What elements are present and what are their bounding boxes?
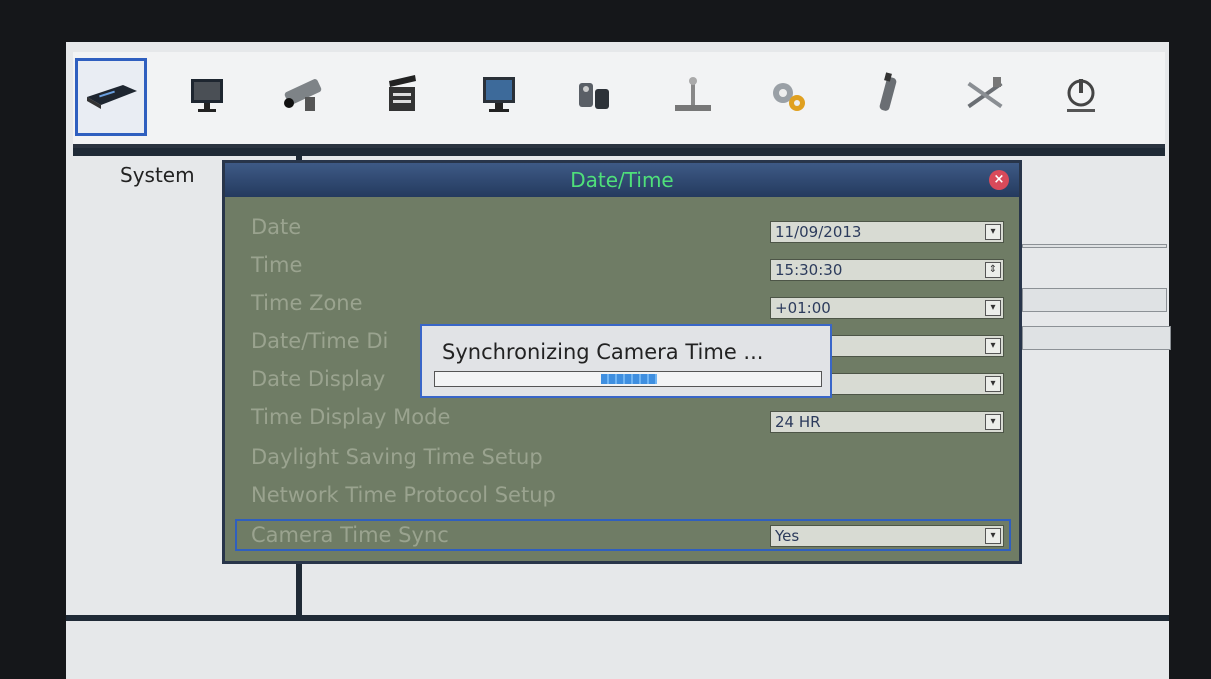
- toolbar-display-button[interactable]: [463, 58, 535, 136]
- progress-bar: [434, 371, 822, 387]
- toolbar-joystick-button[interactable]: [657, 58, 729, 136]
- label-time-display-mode: Time Display Mode: [251, 405, 451, 429]
- toolbar-tools-button[interactable]: [949, 58, 1021, 136]
- date-value: 11/09/2013: [775, 223, 862, 241]
- toolbar-power-button[interactable]: [1045, 58, 1117, 136]
- label-time: Time: [251, 253, 303, 277]
- label-date-display: Date Display: [251, 367, 386, 391]
- time-zone-dropdown[interactable]: +01:00 ▾: [770, 297, 1004, 319]
- clapperboard-icon: [373, 71, 429, 123]
- divider: [73, 148, 1165, 156]
- tools-icon: [957, 71, 1013, 123]
- toolbar-clapperboard-button[interactable]: [365, 58, 437, 136]
- chevron-down-icon[interactable]: ▾: [985, 414, 1001, 430]
- camera-icon: [275, 71, 331, 123]
- gears-icon: [761, 71, 817, 123]
- time-spinner[interactable]: 15:30:30 ⇕: [770, 259, 1004, 281]
- chevron-down-icon[interactable]: ▾: [985, 338, 1001, 354]
- date-dropdown[interactable]: 11/09/2013 ▾: [770, 221, 1004, 243]
- progress-indicator: [601, 374, 657, 384]
- toolbar-dvr-button[interactable]: [75, 58, 147, 136]
- dialog-title: Date/Time: [225, 163, 1019, 197]
- main-toolbar: [73, 52, 1165, 148]
- label-date-time-display: Date/Time Di: [251, 329, 389, 353]
- time-zone-value: +01:00: [775, 299, 831, 317]
- power-icon: [1053, 71, 1109, 123]
- usb-icon: [859, 71, 915, 123]
- storage-icon: [567, 71, 623, 123]
- chevron-down-icon[interactable]: ▾: [985, 224, 1001, 240]
- chevron-down-icon[interactable]: ▾: [985, 528, 1001, 544]
- chevron-down-icon[interactable]: ▾: [985, 376, 1001, 392]
- divider: [66, 615, 1169, 621]
- time-display-mode-value: 24 HR: [775, 413, 821, 431]
- time-value: 15:30:30: [775, 261, 843, 279]
- ntp-setup-item[interactable]: Network Time Protocol Setup: [251, 483, 556, 507]
- toolbar-gears-button[interactable]: [753, 58, 825, 136]
- spinner-arrows-icon[interactable]: ⇕: [985, 262, 1001, 278]
- monitor-icon: [179, 71, 235, 123]
- background-field: [1022, 244, 1167, 248]
- close-icon[interactable]: ×: [989, 170, 1009, 190]
- popup-message: Synchronizing Camera Time ...: [442, 340, 764, 364]
- toolbar-usb-button[interactable]: [851, 58, 923, 136]
- toolbar-camera-button[interactable]: [267, 58, 339, 136]
- camera-time-sync-value: Yes: [775, 527, 800, 545]
- toolbar-monitor-button[interactable]: [171, 58, 243, 136]
- time-display-mode-dropdown[interactable]: 24 HR ▾: [770, 411, 1004, 433]
- display-icon: [471, 71, 527, 123]
- daylight-saving-setup-item[interactable]: Daylight Saving Time Setup: [251, 445, 543, 469]
- label-camera-time-sync: Camera Time Sync: [251, 523, 449, 547]
- label-date: Date: [251, 215, 302, 239]
- camera-time-sync-dropdown[interactable]: Yes ▾: [770, 525, 1004, 547]
- dvr-icon: [83, 71, 139, 123]
- joystick-icon: [665, 71, 721, 123]
- toolbar-storage-button[interactable]: [559, 58, 631, 136]
- background-dropdown: [1022, 326, 1171, 350]
- sync-progress-popup: Synchronizing Camera Time ...: [420, 324, 832, 398]
- panel-title: System: [120, 163, 195, 187]
- label-time-zone: Time Zone: [251, 291, 363, 315]
- chevron-down-icon[interactable]: ▾: [985, 300, 1001, 316]
- background-field: [1022, 288, 1167, 312]
